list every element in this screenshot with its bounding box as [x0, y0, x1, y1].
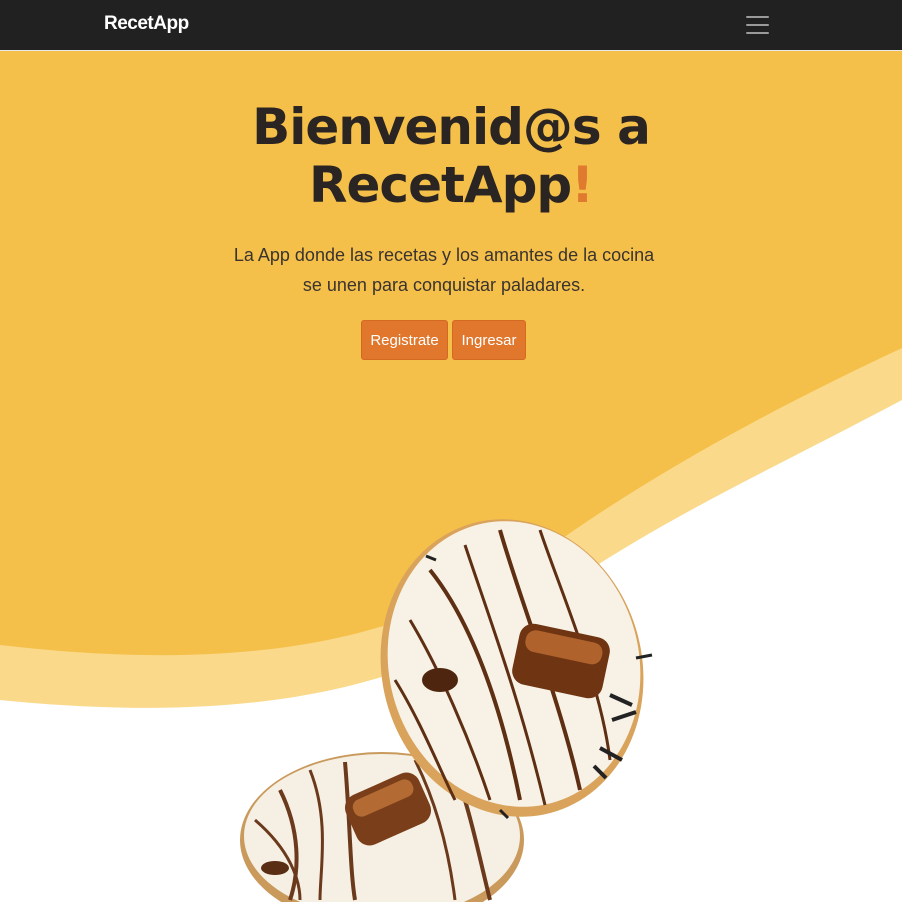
donuts-chocolate-image: [240, 519, 653, 902]
